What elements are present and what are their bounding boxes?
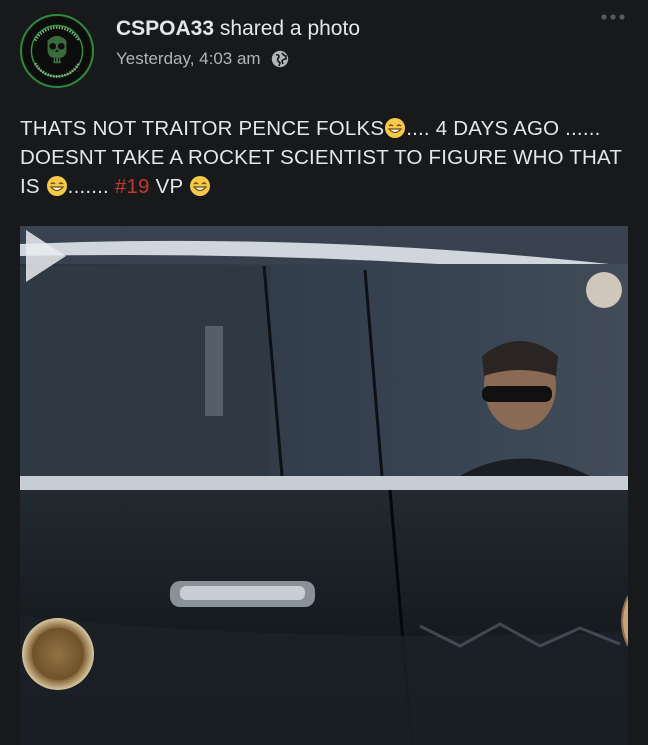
video-frame-image: [20, 226, 628, 745]
skull-logo-icon: [23, 17, 91, 85]
post-timestamp[interactable]: Yesterday, 4:03 am: [116, 49, 261, 69]
caption-text-4: VP: [149, 175, 189, 198]
post-header: CSPOA33 shared a photo Yesterday, 4:03 a…: [0, 0, 648, 100]
caption-text-3: .......: [67, 175, 109, 198]
caption-text-1: THATS NOT TRAITOR PENCE FOLKS: [20, 117, 385, 140]
author-line: CSPOA33 shared a photo: [116, 17, 360, 41]
post-caption: THATS NOT TRAITOR PENCE FOLKS.... 4 DAYS…: [20, 114, 632, 201]
profile-avatar[interactable]: [20, 14, 94, 88]
more-dots-icon[interactable]: [600, 12, 626, 22]
grinning-face-emoji-icon: [46, 176, 67, 196]
post-video[interactable]: [20, 226, 628, 745]
globe-icon[interactable]: [271, 50, 289, 68]
post-meta: Yesterday, 4:03 am: [116, 49, 289, 69]
play-icon[interactable]: [20, 226, 72, 286]
author-name[interactable]: CSPOA33: [116, 17, 214, 40]
post-action: shared a photo: [219, 17, 360, 40]
grinning-face-emoji-icon: [189, 176, 210, 196]
grinning-face-emoji-icon: [385, 118, 406, 138]
hashtag-link[interactable]: #19: [115, 175, 150, 198]
